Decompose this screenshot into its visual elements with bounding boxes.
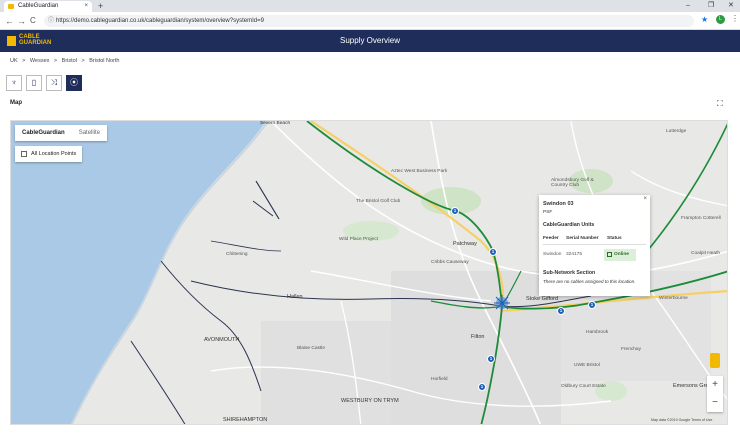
subnetwork-heading: Sub-Network Section	[543, 270, 596, 276]
place-label: Cribbs Causeway	[431, 260, 469, 265]
location-marker[interactable]: 1	[451, 207, 459, 215]
all-location-points-toggle[interactable]: All Location Points	[15, 146, 83, 162]
page-title: Supply Overview	[339, 36, 401, 45]
browser-menu-icon[interactable]: ⋮	[731, 14, 739, 23]
tab-title: CableGuardian	[18, 3, 59, 9]
favicon-icon	[8, 4, 14, 9]
map-type-cableguardian[interactable]: CableGuardian	[15, 125, 72, 141]
place-label: Coalpit Heath	[691, 251, 721, 256]
location-info-popup: × Swindon 03 PSF CableGuardian Units Fee…	[539, 195, 650, 296]
location-name: Swindon 03	[543, 201, 574, 207]
place-label: Patchway	[453, 241, 477, 247]
breadcrumb-bristol-north: Bristol North	[89, 58, 120, 64]
status-label: Online	[614, 252, 629, 257]
breadcrumb-uk[interactable]: UK	[10, 58, 18, 64]
no-cables-message: There are no cables assigned to this loc…	[543, 279, 636, 284]
network-view-button[interactable]: ⤨	[46, 75, 62, 91]
breadcrumb-separator: >	[53, 58, 58, 64]
check-icon	[607, 252, 612, 257]
url-field[interactable]: ⓘ https://demo.cableguardian.co.uk/cable…	[44, 15, 694, 27]
maximize-button[interactable]: ❐	[708, 0, 714, 12]
table-divider	[543, 244, 646, 245]
place-label: UWE Bristol	[574, 363, 600, 368]
column-header-status: Status	[607, 236, 622, 241]
place-label: Winterbourne	[659, 296, 688, 301]
browser-tab[interactable]: CableGuardian ×	[4, 1, 92, 12]
location-points-checkbox[interactable]	[21, 151, 27, 157]
map-section-title: Map	[10, 100, 22, 106]
forward-button[interactable]: →	[17, 15, 26, 27]
place-label: Chittening	[226, 252, 248, 257]
location-code: PSF	[543, 210, 553, 215]
minimize-button[interactable]: –	[686, 0, 690, 12]
map-canvas[interactable]: Severn Beach Aztec West Business Park Th…	[10, 120, 728, 425]
place-label: Hambrook	[586, 330, 609, 335]
place-label: WESTBURY ON TRYM	[341, 398, 399, 404]
place-label: Aztec West Business Park	[391, 169, 448, 174]
tab-close-icon[interactable]: ×	[84, 1, 88, 12]
url-text: https://demo.cableguardian.co.uk/cablegu…	[56, 18, 264, 24]
plug-icon: ♆	[11, 78, 17, 87]
place-label: Stoke Gifford	[526, 296, 558, 302]
place-label: AVONMOUTH	[204, 337, 240, 343]
place-label: Horfield	[431, 377, 448, 382]
network-icon: ⤨	[50, 78, 58, 87]
street-view-pegman-icon[interactable]	[710, 353, 720, 368]
lock-icon[interactable]: ⓘ	[48, 15, 54, 27]
location-marker[interactable]: 1	[557, 307, 565, 315]
battery-view-button[interactable]: ▯	[26, 75, 42, 91]
fullscreen-icon[interactable]: ⛶	[717, 99, 723, 109]
breadcrumb-bristol[interactable]: Bristol	[62, 58, 77, 64]
map-type-control: CableGuardian Satellite	[15, 125, 108, 141]
place-label: Frenchay	[621, 347, 641, 352]
place-label: Lutterdge	[666, 129, 687, 134]
battery-icon: ▯	[31, 78, 37, 87]
new-tab-button[interactable]: +	[98, 0, 103, 12]
breadcrumb: UK > Wessex > Bristol > Bristol North	[10, 58, 123, 64]
feeder-cell: Swindon	[543, 252, 562, 257]
browser-tab-bar: CableGuardian × + – ❐ ✕	[0, 0, 740, 12]
place-label: Almondsbury Golf & Country Club	[551, 178, 594, 188]
place-label: The Bristol Golf Club	[356, 199, 401, 204]
place-label: Blaise Castle	[297, 346, 325, 351]
place-label: Filton	[471, 334, 485, 340]
map-attribution[interactable]: Map data ©2019 Google Terms of Use	[651, 418, 712, 422]
zoom-control: + −	[707, 376, 723, 412]
location-marker[interactable]: 1	[478, 383, 486, 391]
popup-close-icon[interactable]: ×	[643, 196, 647, 202]
zoom-out-button[interactable]: −	[707, 394, 723, 412]
location-marker[interactable]: 1	[487, 355, 495, 363]
breadcrumb-wessex[interactable]: Wessex	[30, 58, 49, 64]
column-header-serial: Serial Number	[566, 236, 599, 241]
bookmark-star-icon[interactable]: ★	[701, 15, 708, 24]
back-button[interactable]: ←	[5, 15, 14, 27]
zoom-in-button[interactable]: +	[707, 376, 723, 394]
units-heading: CableGuardian Units	[543, 222, 595, 228]
profile-avatar[interactable]: L	[716, 15, 725, 24]
map-type-satellite[interactable]: Satellite	[72, 125, 107, 141]
map-pin-icon: ⦿	[70, 78, 78, 87]
status-badge: Online	[604, 249, 636, 261]
breadcrumb-separator: >	[81, 58, 85, 64]
map-view-button[interactable]: ⦿	[66, 75, 82, 91]
place-label: Frampton Cotterell	[681, 216, 721, 221]
location-marker[interactable]: 1	[489, 248, 497, 256]
window-close-button[interactable]: ✕	[728, 0, 734, 12]
serial-cell[interactable]: 324175	[566, 252, 582, 257]
place-label: Severn Beach	[260, 121, 291, 126]
address-bar: ← → C ⓘ https://demo.cableguardian.co.uk…	[0, 12, 740, 30]
place-label: Hallen	[287, 294, 303, 300]
location-points-label: All Location Points	[31, 151, 77, 157]
plug-view-button[interactable]: ♆	[6, 75, 22, 91]
place-label: SHIREHAMPTON	[223, 417, 268, 423]
column-header-feeder: Feeder	[543, 236, 559, 241]
reload-button[interactable]: C	[30, 15, 36, 27]
place-label: Oldbury Court Estate	[561, 384, 606, 389]
location-marker[interactable]: 1	[588, 301, 596, 309]
breadcrumb-separator: >	[22, 58, 26, 64]
place-label: Wild Place Project	[339, 237, 378, 242]
